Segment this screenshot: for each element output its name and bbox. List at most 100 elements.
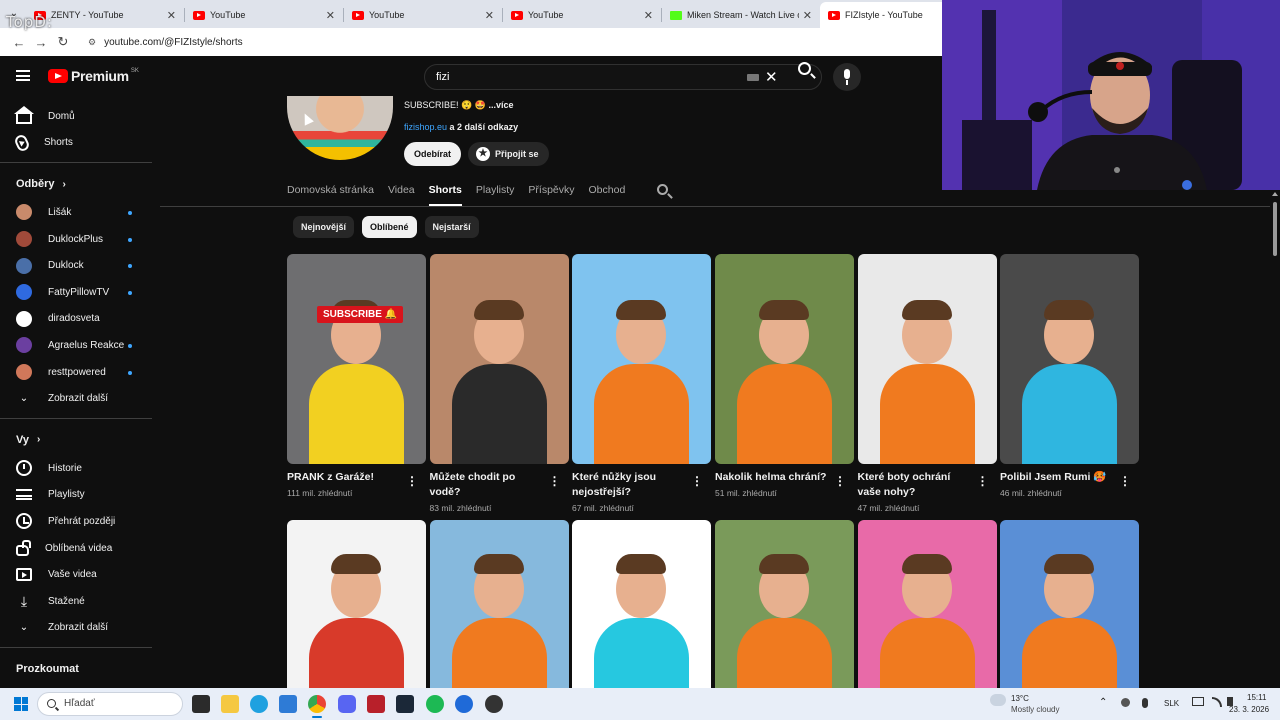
scroll-up-icon[interactable] — [1272, 192, 1278, 196]
subscriptions-show-more[interactable]: ⌄ Zobrazit další — [0, 385, 160, 412]
short-thumbnail[interactable] — [857, 254, 997, 464]
edge-icon[interactable] — [250, 695, 268, 713]
short-thumbnail[interactable] — [572, 254, 711, 464]
short-thumbnail[interactable] — [429, 254, 569, 464]
browser-tab[interactable]: YouTube ✕ — [185, 2, 343, 28]
tray-overflow-icon[interactable]: ⌃ — [1099, 697, 1107, 708]
task-view-icon[interactable] — [192, 695, 210, 713]
subscription-item[interactable]: Duklock — [0, 252, 160, 279]
browser-tab[interactable]: Miken Stream - Watch Live on K ✕ — [662, 2, 820, 28]
weather-icon[interactable] — [990, 694, 1006, 706]
sort-chip[interactable]: Nejstarší — [424, 216, 479, 238]
back-icon[interactable]: ← — [8, 35, 30, 50]
search-button[interactable] — [786, 57, 822, 81]
voice-search-icon[interactable] — [833, 63, 861, 91]
channel-tab[interactable]: Domovská stránka — [287, 176, 374, 204]
sidebar-item-history[interactable]: Historie — [0, 455, 160, 482]
weather-temp[interactable]: 13°C — [1011, 694, 1029, 703]
short-card[interactable]: Nakolik helma chrání? 51 mil. zhlédnutí ⋮ — [715, 254, 854, 498]
more-actions-icon[interactable]: ⋮ — [977, 474, 989, 488]
reload-icon[interactable]: ↻ — [52, 34, 74, 50]
taskbar-search-input[interactable]: Hľadať — [37, 692, 183, 716]
sidebar-item-chevron-down[interactable]: ⌄ Zobrazit další — [0, 615, 160, 642]
discord-icon[interactable] — [338, 695, 356, 713]
keyboard-icon[interactable] — [747, 74, 759, 81]
browser-tab[interactable]: YouTube ✕ — [344, 2, 502, 28]
sort-chip[interactable]: Oblíbené — [362, 216, 417, 238]
subscription-item[interactable]: Agraelus Reakce — [0, 332, 160, 359]
short-title[interactable]: PRANK z Garáže! — [287, 470, 405, 485]
app-icon-blue[interactable] — [455, 695, 473, 713]
join-button[interactable]: ★ Připojit se — [468, 142, 549, 166]
channel-tab[interactable]: Videa — [388, 176, 415, 204]
short-thumbnail[interactable]: SUBSCRIBE 🔔 — [287, 254, 426, 464]
sidebar-item-playlists[interactable]: Playlisty — [0, 482, 160, 509]
obs-icon[interactable] — [485, 695, 503, 713]
close-tab-icon[interactable]: ✕ — [644, 9, 653, 22]
short-title[interactable]: Polibil Jsem Rumi 🥵 — [1000, 470, 1118, 485]
close-tab-icon[interactable]: ✕ — [326, 9, 335, 22]
address-bar[interactable]: ⚙ youtube.com/@FIZIstyle/shorts — [88, 37, 243, 48]
youtube-premium-logo[interactable]: Premium SK — [48, 68, 139, 84]
close-tab-icon[interactable]: ✕ — [803, 9, 812, 22]
app-icon[interactable] — [367, 695, 385, 713]
short-thumbnail[interactable] — [1000, 254, 1139, 464]
more-actions-icon[interactable]: ⋮ — [1119, 474, 1131, 488]
weather-desc[interactable]: Mostly cloudy — [1011, 705, 1059, 714]
windows-start-icon[interactable] — [14, 697, 28, 711]
subscription-item[interactable]: resttpowered — [0, 359, 160, 386]
channel-tab[interactable]: Playlisty — [476, 176, 515, 204]
channel-avatar[interactable] — [287, 96, 393, 160]
subscription-item[interactable]: DuklockPlus — [0, 226, 160, 253]
clear-search-icon[interactable]: ✕ — [765, 68, 778, 86]
file-explorer-icon[interactable] — [221, 695, 239, 713]
sidebar-item-download[interactable]: ⤓ Stažené — [0, 588, 160, 615]
short-card[interactable]: Které boty ochrání vaše nohy? 47 mil. zhl… — [857, 254, 997, 513]
display-icon[interactable] — [1192, 697, 1204, 706]
channel-tab[interactable]: Shorts — [428, 176, 463, 206]
short-title[interactable]: Které boty ochrání vaše nohy? — [858, 470, 976, 500]
tray-app-icon[interactable] — [1121, 698, 1130, 707]
short-thumbnail[interactable] — [715, 254, 854, 464]
short-card[interactable]: Polibil Jsem Rumi 🥵 46 mil. zhlédnutí ⋮ — [1000, 254, 1139, 498]
search-input[interactable]: fizi ✕ — [424, 64, 822, 90]
language-indicator[interactable]: SLK — [1164, 699, 1179, 708]
short-card[interactable]: Můžete chodit po vodě? 83 mil. zhlédnutí ⋮ — [429, 254, 569, 513]
sidebar-item-watch-later[interactable]: Přehrát později — [0, 508, 160, 535]
spotify-icon[interactable] — [426, 695, 444, 713]
channel-description[interactable]: SUBSCRIBE! 😲 🤩 ...více — [404, 100, 513, 111]
steam-icon[interactable] — [396, 695, 414, 713]
page-scrollbar[interactable] — [1270, 190, 1280, 688]
network-icon[interactable] — [1212, 697, 1222, 707]
site-info-icon[interactable]: ⚙ — [88, 37, 96, 48]
microphone-icon[interactable] — [1142, 698, 1148, 708]
channel-link[interactable]: fizishop.eu — [404, 122, 447, 132]
store-icon[interactable] — [279, 695, 297, 713]
channel-tab[interactable]: Obchod — [589, 176, 626, 204]
more-actions-icon[interactable]: ⋮ — [549, 474, 561, 488]
sidebar-item-liked[interactable]: Oblíbená videa — [0, 535, 160, 562]
short-title[interactable]: Které nůžky jsou nejostřejší? — [572, 470, 690, 500]
close-tab-icon[interactable]: ✕ — [167, 9, 176, 22]
short-title[interactable]: Nakolik helma chrání? — [715, 470, 833, 485]
channel-tab[interactable]: Příspěvky — [528, 176, 574, 204]
sort-chip[interactable]: Nejnovější — [293, 216, 355, 238]
browser-tab[interactable]: YouTube ✕ — [503, 2, 661, 28]
more-actions-icon[interactable]: ⋮ — [691, 474, 703, 488]
sidebar-item-home[interactable]: Domů — [0, 103, 160, 130]
clock-date[interactable]: 23. 3. 2026 — [1229, 705, 1269, 714]
more-actions-icon[interactable]: ⋮ — [834, 474, 846, 488]
scrollbar-thumb[interactable] — [1273, 202, 1277, 256]
subscriptions-heading[interactable]: Odběry › — [0, 169, 160, 199]
short-card[interactable]: SUBSCRIBE 🔔 PRANK z Garáže! 111 mil. zhléd… — [287, 254, 426, 498]
sidebar-item-your-videos[interactable]: Vaše videa — [0, 561, 160, 588]
subscription-item[interactable]: Lišák — [0, 199, 160, 226]
subscribe-button[interactable]: Odebírat — [404, 142, 462, 166]
close-tab-icon[interactable]: ✕ — [485, 9, 494, 22]
more-actions-icon[interactable]: ⋮ — [406, 474, 418, 488]
forward-icon[interactable]: → — [30, 35, 52, 50]
menu-icon[interactable] — [16, 70, 30, 81]
subscription-item[interactable]: FattyPillowTV — [0, 279, 160, 306]
chrome-icon[interactable] — [308, 695, 326, 713]
channel-search-button[interactable] — [657, 176, 673, 204]
